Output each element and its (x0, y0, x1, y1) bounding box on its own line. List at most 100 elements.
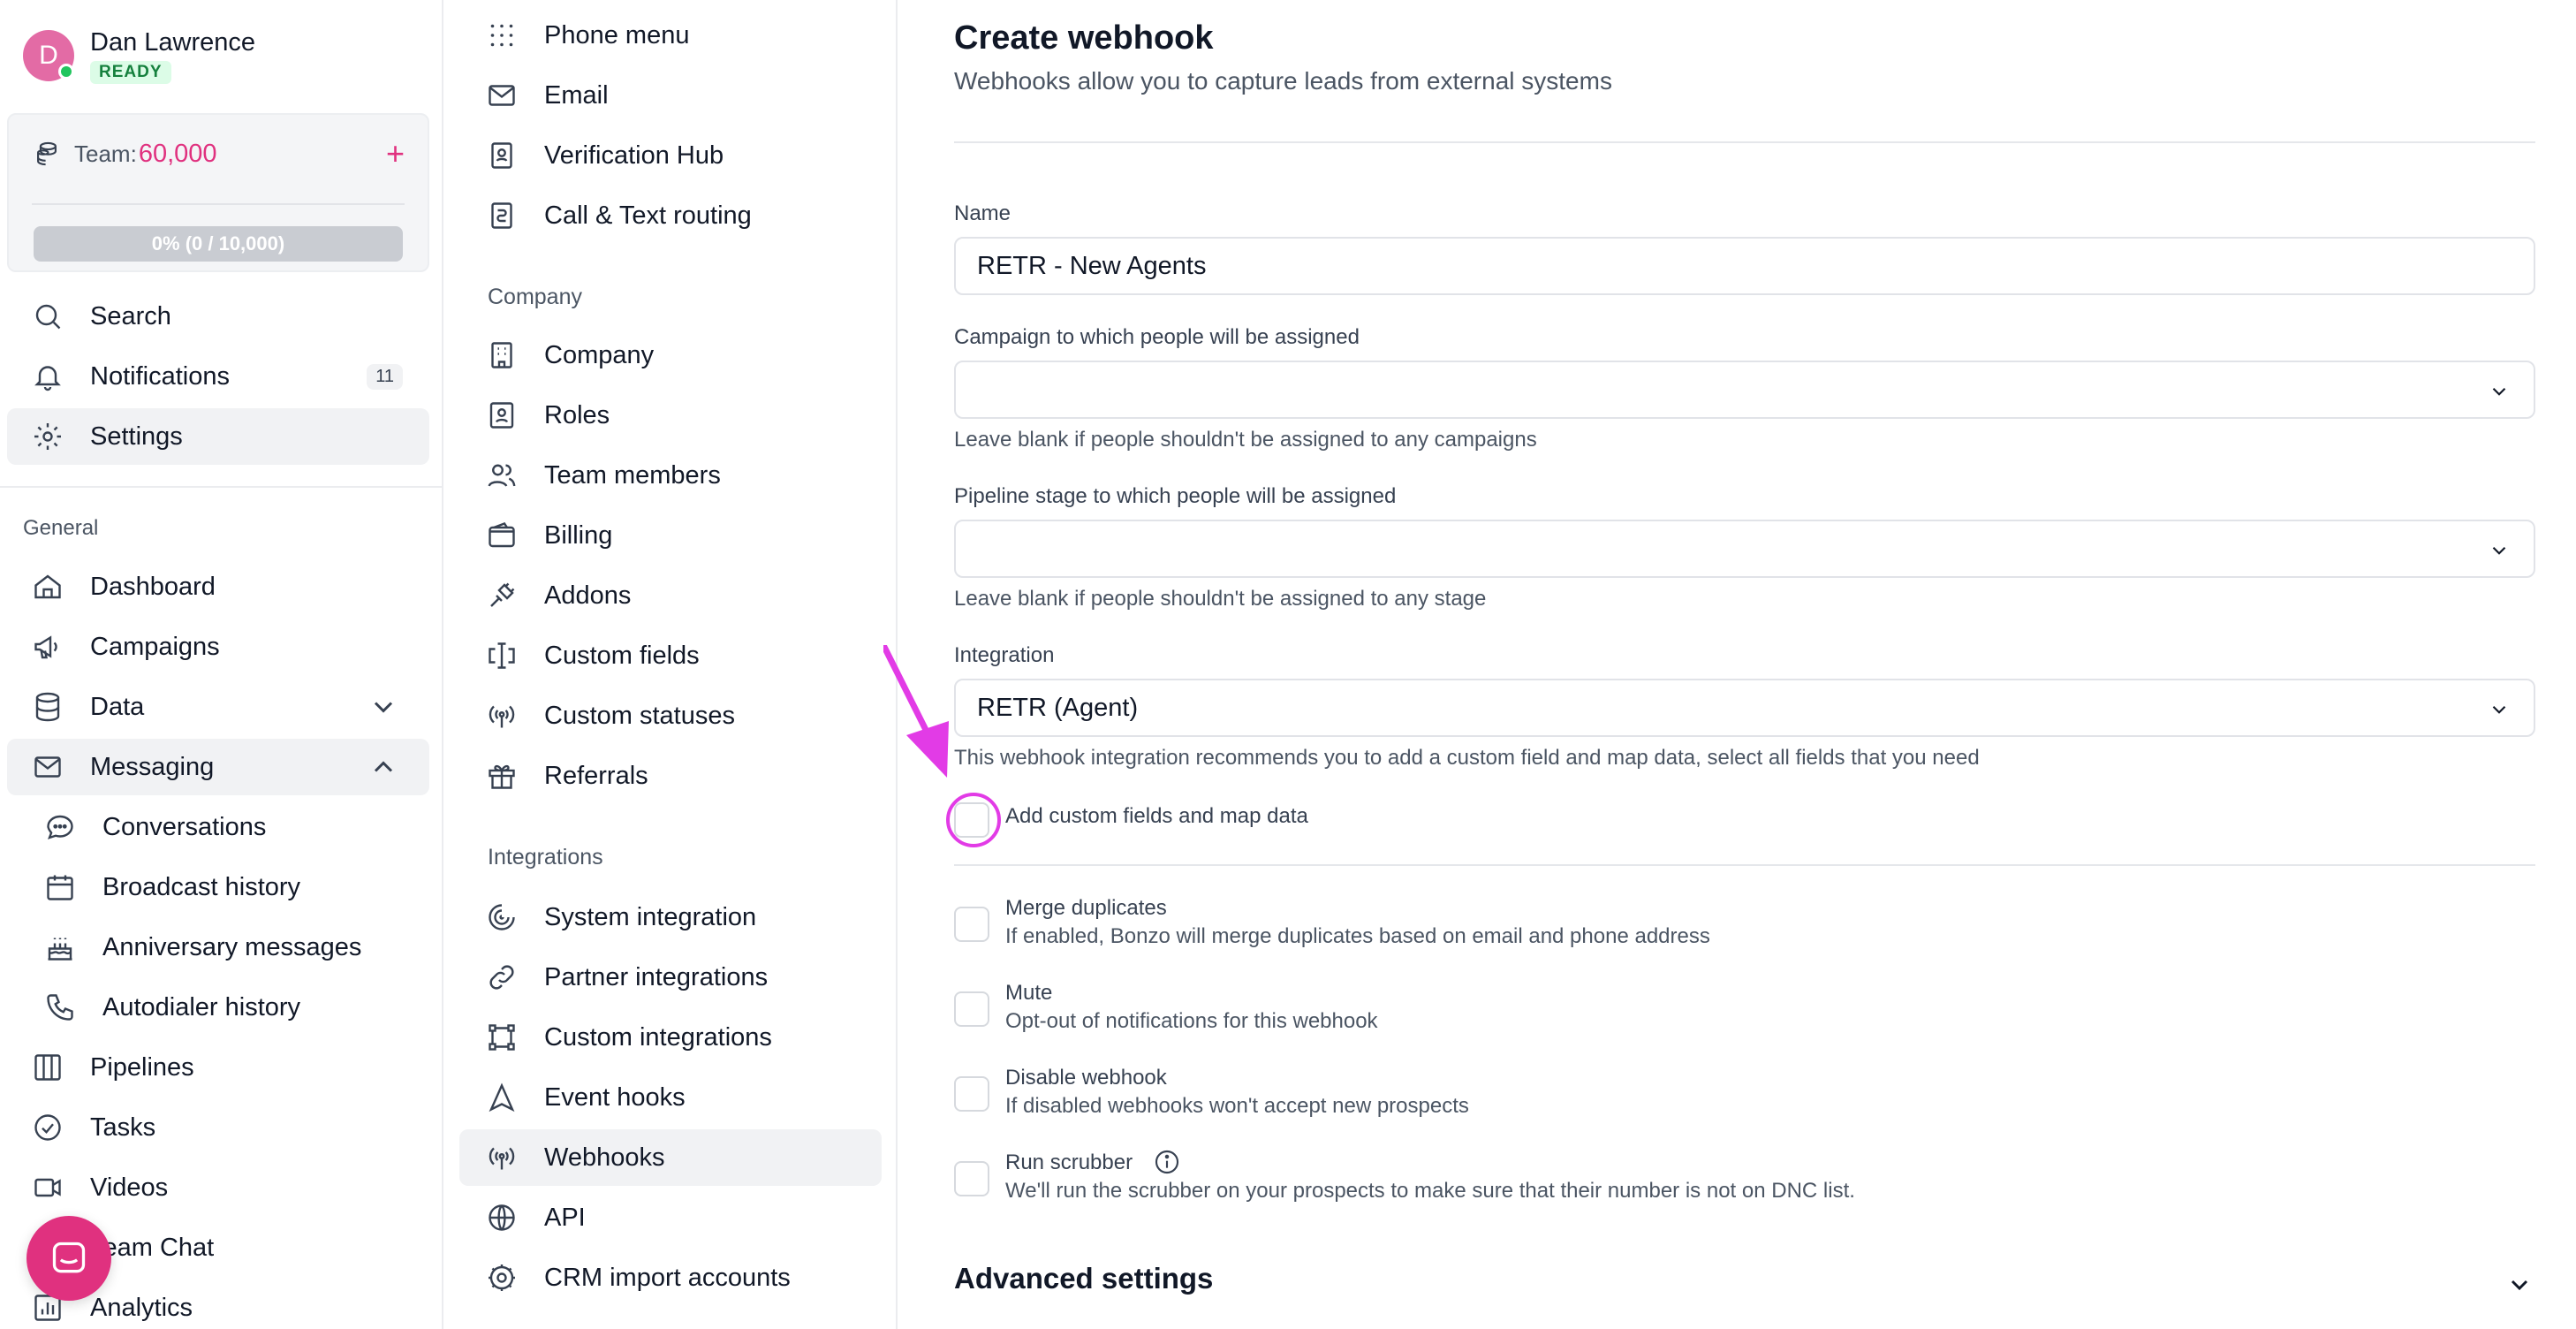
create-webhook-form: Create webhook Webhooks allow you to cap… (898, 0, 2576, 1329)
settings-sidebar: Phone menu Email Verification Hub Call &… (443, 0, 898, 1329)
merge-duplicates-row: Merge duplicates If enabled, Bonzo will … (954, 894, 2535, 951)
broadcast-icon (489, 705, 515, 728)
nav-broadcast-history[interactable]: Broadcast history (7, 859, 429, 915)
settings-item-email[interactable]: Email (459, 67, 882, 124)
integration-label: Integration (954, 643, 1055, 667)
settings-item-addons[interactable]: Addons (459, 567, 882, 624)
building-icon (491, 342, 512, 368)
nav-label: Messaging (90, 752, 215, 781)
settings-item-event-hooks[interactable]: Event hooks (459, 1069, 882, 1126)
settings-item-call-text-routing[interactable]: Call & Text routing (459, 187, 882, 244)
nav-messaging[interactable]: Messaging (7, 739, 429, 795)
online-status-dot (58, 64, 74, 80)
nav-settings[interactable]: Settings (7, 408, 429, 465)
nav-label: Autodialer history (102, 992, 301, 1021)
settings-item-referrals[interactable]: Referrals (459, 748, 882, 804)
nav-conversations[interactable]: Conversations (7, 799, 429, 855)
name-input[interactable] (954, 237, 2535, 295)
chat-icon (52, 1242, 86, 1273)
option-title-wrap: Run scrubber (1005, 1149, 1855, 1177)
chevron-down-icon[interactable] (367, 691, 399, 723)
settings-item-phone-menu[interactable]: Phone menu (459, 7, 882, 64)
chevron-up-icon[interactable] (367, 751, 399, 783)
option-description: If enabled, Bonzo will merge duplicates … (1005, 924, 1710, 948)
settings-item-partner-integrations[interactable]: Partner integrations (459, 949, 882, 1006)
merge-duplicates-checkbox[interactable] (954, 907, 989, 942)
pipeline-stage-select[interactable] (954, 520, 2535, 578)
option-title[interactable]: Merge duplicates (1005, 894, 1710, 923)
routing-icon (491, 202, 512, 229)
settings-item-system-integration[interactable]: System integration (459, 889, 882, 945)
signal-icon (489, 1147, 515, 1170)
settings-item-billing[interactable]: Billing (459, 507, 882, 564)
settings-item-crm-import-accounts[interactable]: CRM import accounts (459, 1249, 882, 1306)
advanced-settings-heading[interactable]: Advanced settings (954, 1262, 1213, 1295)
vector-square-icon (489, 1024, 515, 1051)
nav-dashboard[interactable]: Dashboard (7, 558, 429, 615)
home-icon (34, 574, 61, 599)
nav-label: Tasks (90, 1113, 156, 1142)
support-chat-button[interactable] (27, 1216, 111, 1301)
mute-text: Mute Opt-out of notifications for this w… (1005, 979, 1378, 1036)
settings-item-webhooks[interactable]: Webhooks (459, 1129, 882, 1186)
settings-item-verification-hub[interactable]: Verification Hub (459, 127, 882, 184)
status-badge[interactable]: READY (90, 61, 171, 84)
chevron-down-icon (2492, 387, 2506, 396)
mute-checkbox[interactable] (954, 991, 989, 1027)
envelope-icon (489, 85, 515, 106)
coins-icon (37, 141, 57, 166)
settings-item-label: Custom fields (544, 641, 700, 670)
megaphone-icon (34, 635, 57, 659)
settings-item-team-members[interactable]: Team members (459, 447, 882, 504)
custom-fields-label[interactable]: Add custom fields and map data (1005, 802, 1308, 831)
nav-label: Broadcast history (102, 872, 301, 901)
nav-autodialer-history[interactable]: Autodialer history (7, 979, 429, 1036)
nav-notifications[interactable]: Notifications 11 (7, 348, 429, 405)
swirl-icon (489, 904, 515, 930)
option-title[interactable]: Mute (1005, 979, 1378, 1007)
settings-item-custom-statuses[interactable]: Custom statuses (459, 687, 882, 744)
option-title[interactable]: Disable webhook (1005, 1064, 1469, 1092)
team-label: Team: (74, 140, 137, 167)
run-scrubber-row: Run scrubber We'll run the scrubber on y… (954, 1149, 2535, 1205)
custom-fields-checkbox[interactable] (954, 802, 989, 838)
nav-anniversary-messages[interactable]: Anniversary messages (7, 919, 429, 976)
users-icon (488, 464, 516, 487)
settings-item-roles[interactable]: Roles (459, 387, 882, 444)
chevron-down-icon[interactable] (2505, 1271, 2534, 1299)
gift-icon (489, 764, 515, 789)
nav-tasks[interactable]: Tasks (7, 1099, 429, 1156)
avatar[interactable]: D (23, 30, 74, 81)
nav-campaigns[interactable]: Campaigns (7, 619, 429, 675)
settings-item-custom-fields[interactable]: Custom fields (459, 627, 882, 684)
info-icon[interactable] (1153, 1148, 1181, 1176)
run-scrubber-checkbox[interactable] (954, 1161, 989, 1196)
settings-item-label: Custom integrations (544, 1022, 772, 1052)
nav-data[interactable]: Data (7, 679, 429, 735)
nav-pipelines[interactable]: Pipelines (7, 1039, 429, 1096)
settings-item-label: Billing (544, 520, 613, 550)
campaign-help-text: Leave blank if people shouldn't be assig… (954, 428, 1537, 452)
page-title: Create webhook (954, 19, 1214, 57)
settings-item-label: Addons (544, 581, 632, 610)
option-title[interactable]: Run scrubber (1005, 1151, 1133, 1174)
settings-item-label: Custom statuses (544, 701, 735, 730)
campaign-select[interactable] (954, 361, 2535, 419)
id-card-icon (489, 402, 514, 429)
nav-label: Search (90, 301, 171, 330)
integration-select[interactable]: RETR (Agent) (954, 679, 2535, 737)
settings-item-custom-integrations[interactable]: Custom integrations (459, 1009, 882, 1066)
plug-icon (490, 582, 515, 607)
disable-webhook-checkbox[interactable] (954, 1076, 989, 1112)
nav-search[interactable]: Search (7, 288, 429, 345)
settings-item-label: API (544, 1203, 586, 1232)
user-profile[interactable]: D Dan Lawrence READY (23, 25, 255, 87)
option-description: If disabled webhooks won't accept new pr… (1005, 1094, 1469, 1118)
settings-item-company[interactable]: Company (459, 327, 882, 384)
settings-item-api[interactable]: API (459, 1189, 882, 1246)
cog-icon (489, 1264, 515, 1291)
text-cursor-icon (489, 642, 515, 669)
add-credits-button[interactable]: + (386, 138, 405, 170)
nav-videos[interactable]: Videos (7, 1159, 429, 1216)
credits-progress-bar: 0% (0 / 10,000) (34, 226, 403, 262)
